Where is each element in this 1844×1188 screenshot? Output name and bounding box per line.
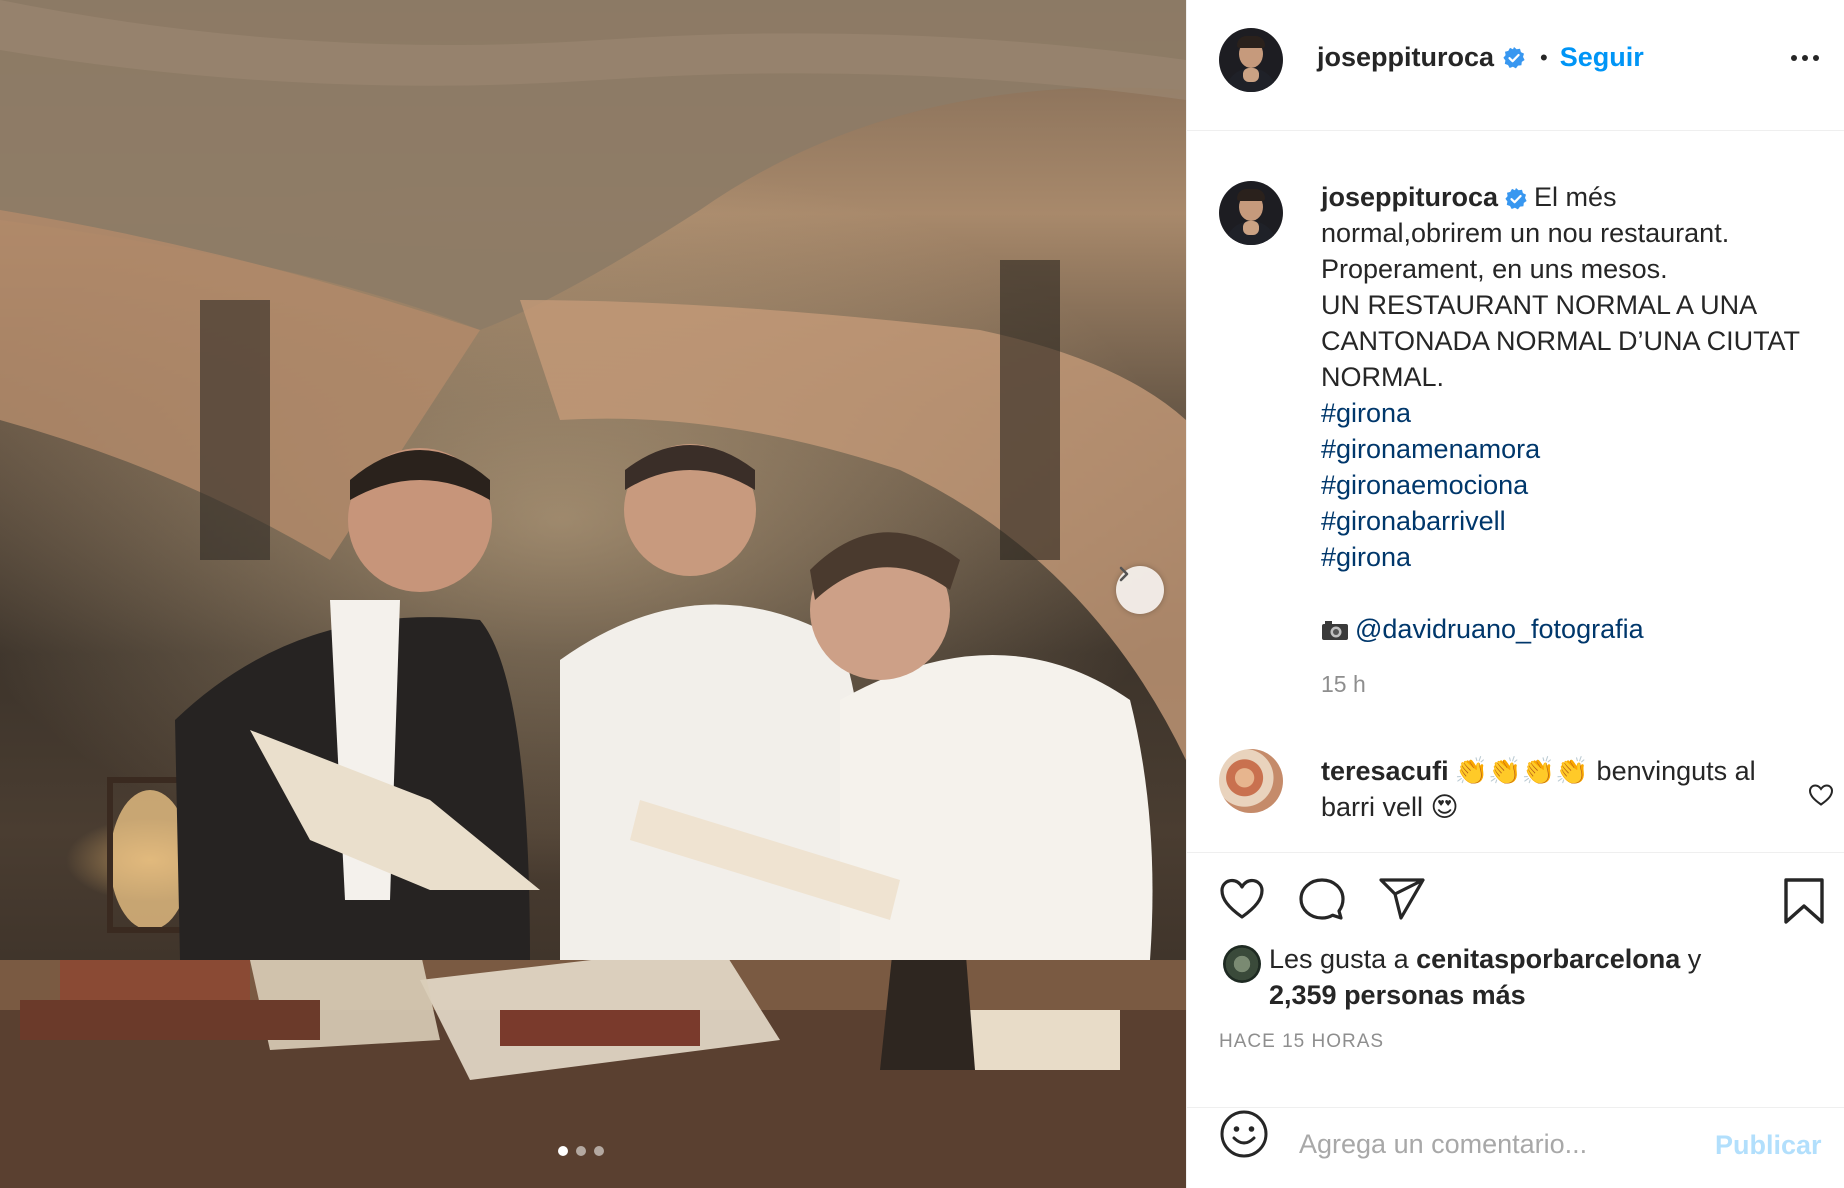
emoji-icon[interactable] <box>1219 1109 1269 1159</box>
carousel-dot <box>558 1146 568 1156</box>
commenter-username[interactable]: teresacufi <box>1321 756 1449 786</box>
comment-input[interactable] <box>1299 1120 1729 1168</box>
next-arrow-icon <box>1119 566 1129 582</box>
caption-text-line: CANTONADA NORMAL D’UNA CIUTAT <box>1321 326 1801 356</box>
post-details-panel: joseppituroca • Seguir joseppituroca El … <box>1186 0 1844 1188</box>
post-age[interactable]: HACE 15 HORAS <box>1219 1031 1384 1053</box>
heart-icon[interactable] <box>1219 877 1265 921</box>
likes-prefix: Les gusta a <box>1269 944 1409 974</box>
hashtag-link[interactable]: #girona <box>1321 395 1821 431</box>
caption-text-line: Properament, en uns mesos. <box>1321 254 1668 284</box>
caption-timestamp[interactable]: 15 h <box>1321 671 1366 698</box>
bookmark-icon[interactable] <box>1783 877 1825 925</box>
post-header: joseppituroca • Seguir <box>1187 0 1844 131</box>
comment-body: 👏👏👏👏 benvinguts al <box>1454 756 1756 786</box>
post-photo[interactable] <box>0 0 1186 1188</box>
header-user: joseppituroca • Seguir <box>1317 42 1644 73</box>
liker-username[interactable]: cenitasporbarcelona <box>1416 944 1680 974</box>
publish-button[interactable]: Publicar <box>1715 1130 1822 1161</box>
more-options-icon[interactable] <box>1791 48 1823 68</box>
caption-text-line: El més <box>1534 182 1617 212</box>
comment-item: teresacufi 👏👏👏👏 benvinguts al barri vell … <box>1187 735 1844 853</box>
likes-summary: Les gusta a cenitasporbarcelona y 2,359 … <box>1269 941 1829 1013</box>
add-comment-bar: Publicar <box>1187 1108 1844 1188</box>
likes-others[interactable]: 2,359 personas más <box>1269 980 1526 1010</box>
carousel-indicator <box>558 1146 604 1156</box>
header-username[interactable]: joseppituroca <box>1317 42 1494 73</box>
liker-avatar[interactable] <box>1223 945 1261 983</box>
caption-author-avatar[interactable] <box>1219 181 1283 245</box>
caption-text-line: UN RESTAURANT NORMAL A UNA <box>1321 290 1758 320</box>
caption-text-line: NORMAL. <box>1321 362 1445 392</box>
comment-like-heart-icon[interactable] <box>1808 783 1834 807</box>
share-icon[interactable] <box>1379 877 1425 921</box>
verified-badge-icon <box>1505 187 1527 210</box>
comments-section: joseppituroca El més normal,obrirem un n… <box>1187 131 1844 853</box>
carousel-dot <box>594 1146 604 1156</box>
post-actions: Les gusta a cenitasporbarcelona y 2,359 … <box>1187 853 1844 1108</box>
caption-username[interactable]: joseppituroca <box>1321 182 1498 212</box>
author-avatar[interactable] <box>1219 28 1283 92</box>
commenter-avatar[interactable] <box>1219 749 1283 813</box>
header-separator: • <box>1540 44 1548 70</box>
comment-text: teresacufi 👏👏👏👏 benvinguts al barri vell … <box>1321 753 1761 825</box>
hashtag-link[interactable]: #gironaemociona <box>1321 467 1821 503</box>
hashtag-link[interactable]: #girona <box>1321 539 1821 575</box>
camera-icon <box>1322 621 1348 640</box>
photo-credit: @davidruano_fotografia <box>1321 611 1821 647</box>
carousel-dot <box>576 1146 586 1156</box>
photo-scene <box>0 0 1186 1188</box>
likes-suffix: y <box>1687 944 1702 974</box>
next-image-button[interactable] <box>1116 566 1164 614</box>
comment-body-continued: barri vell 😍 <box>1321 792 1459 822</box>
comment-icon[interactable] <box>1299 877 1345 921</box>
hashtag-link[interactable]: #gironamenamora <box>1321 431 1821 467</box>
hashtag-link[interactable]: #gironabarrivell <box>1321 503 1821 539</box>
follow-button[interactable]: Seguir <box>1560 42 1644 73</box>
mention-link[interactable]: @davidruano_fotografia <box>1355 614 1644 644</box>
verified-badge-icon <box>1503 46 1525 68</box>
caption-text-line: normal,obrirem un nou restaurant. <box>1321 218 1730 248</box>
post-caption: joseppituroca El més normal,obrirem un n… <box>1321 179 1821 647</box>
